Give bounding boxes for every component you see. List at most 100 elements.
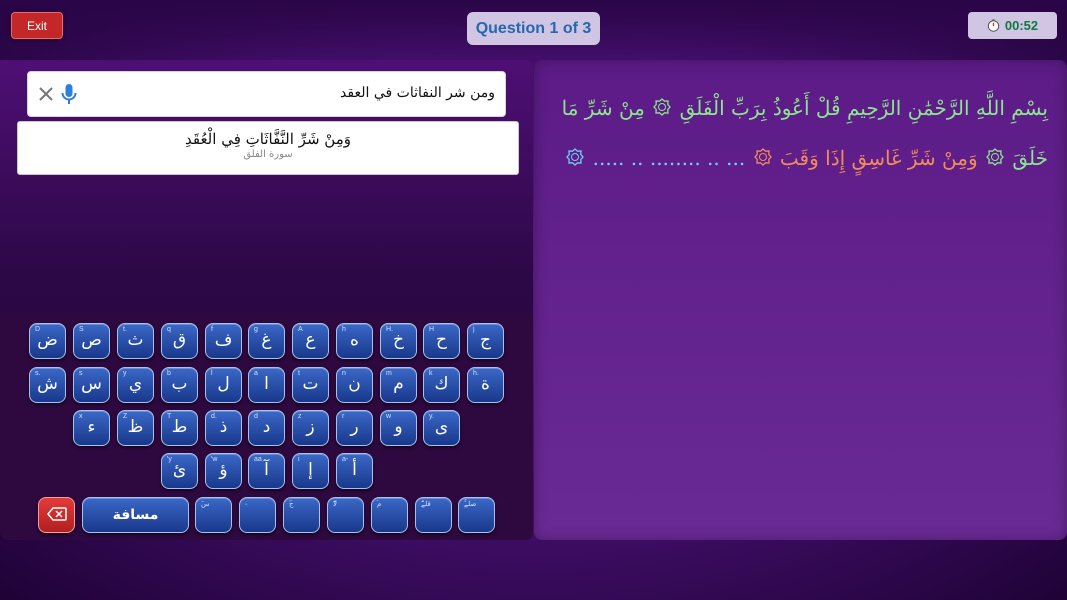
- keyboard-key[interactable]: h. ة: [467, 367, 504, 403]
- keyboard-key[interactable]: nن: [336, 367, 373, 403]
- space-key[interactable]: مسافة: [82, 497, 189, 533]
- key-hint: ۜج: [289, 501, 294, 508]
- keyboard-key[interactable]: sس: [73, 367, 110, 403]
- ayah-end-icon: [753, 135, 772, 184]
- backspace-key[interactable]: [38, 497, 75, 533]
- key-label: م: [393, 374, 404, 394]
- key-label: د: [262, 417, 271, 437]
- exit-button[interactable]: Exit: [11, 12, 63, 39]
- question-counter: Question 1 of 3: [467, 12, 600, 45]
- keyboard-key[interactable]: mم: [380, 367, 417, 403]
- keyboard-key[interactable]: iإ: [292, 453, 329, 489]
- keyboard-key[interactable]: dد: [248, 410, 285, 446]
- keyboard-key[interactable]: zز: [292, 410, 329, 446]
- key-label: ظ: [127, 417, 144, 437]
- key-label: ب: [171, 374, 188, 394]
- key-label: ئ: [172, 460, 187, 480]
- keyboard-key[interactable]: ٓس: [195, 497, 232, 533]
- key-label: ل: [217, 374, 230, 394]
- key-label: و: [394, 417, 403, 437]
- keyboard-key[interactable]: ۖلا: [327, 497, 364, 533]
- key-label: ه: [350, 330, 359, 350]
- key-label: ث: [127, 330, 144, 350]
- keyboard-key[interactable]: xء: [73, 410, 110, 446]
- suggestion-verse: وَمِنْ شَرِّ النَّفَّاثَاتِ فِي الْعُقَد…: [184, 130, 351, 148]
- key-label: ق: [172, 330, 187, 350]
- key-label: ص: [81, 330, 102, 350]
- keyboard-key[interactable]: ۘم: [371, 497, 408, 533]
- keyboard-key[interactable]: y. ى: [423, 410, 460, 446]
- keyboard-key[interactable]: 'w ؤ: [205, 453, 242, 489]
- key-hint: ۘم: [377, 501, 382, 508]
- keyboard-key[interactable]: H. خ: [380, 323, 417, 359]
- keyboard-key[interactable]: d. ذ: [205, 410, 242, 446]
- key-label: غ: [261, 330, 272, 350]
- keyboard-key[interactable]: gغ: [248, 323, 285, 359]
- suggestion-item[interactable]: وَمِنْ شَرِّ النَّفَّاثَاتِ فِي الْعُقَد…: [17, 121, 519, 175]
- key-label: ؤ: [219, 460, 228, 480]
- key-label: ف: [214, 330, 233, 350]
- keyboard-key[interactable]: qق: [161, 323, 198, 359]
- keyboard-key[interactable]: Dض: [29, 323, 66, 359]
- key-label: أ: [352, 460, 357, 480]
- key-hint: ۖلا: [333, 501, 337, 508]
- stopwatch-icon: [987, 19, 1000, 32]
- keyboard-key[interactable]: wو: [380, 410, 417, 446]
- verse-segment-blank: ... .. ........ .. .....: [592, 146, 746, 170]
- keyboard-key[interactable]: fف: [205, 323, 242, 359]
- key-hint: ۗقلے: [421, 501, 431, 508]
- key-label: ح: [436, 330, 447, 350]
- ayah-end-icon: [653, 85, 672, 134]
- keyboard-key[interactable]: ۜج: [283, 497, 320, 533]
- key-label: ك: [434, 374, 449, 394]
- keyboard-key[interactable]: Tط: [161, 410, 198, 446]
- key-label: ة: [481, 374, 490, 394]
- keyboard-key[interactable]: yي: [117, 367, 154, 403]
- backspace-icon: [46, 506, 67, 525]
- key-label: ن: [348, 374, 361, 394]
- keyboard-key[interactable]: aا: [248, 367, 285, 403]
- key-hint: ٓس: [201, 501, 210, 508]
- key-label: ش: [37, 374, 58, 394]
- key-label: إ: [308, 460, 313, 480]
- ayah-end-icon: [566, 135, 585, 184]
- keyboard-key[interactable]: aa آ: [248, 453, 285, 489]
- key-label: ا: [264, 374, 269, 394]
- keyboard-key[interactable]: s. ش: [29, 367, 66, 403]
- key-label: ز: [306, 417, 315, 437]
- keyboard-key[interactable]: kك: [423, 367, 460, 403]
- keyboard-key[interactable]: ۗقلے: [415, 497, 452, 533]
- keyboard-key[interactable]: lل: [205, 367, 242, 403]
- verse-segment: وَمِنْ شَرِّ غَاسِقٍ إِذَا وَقَبَ: [779, 146, 978, 170]
- keyboard-key[interactable]: t. ث: [117, 323, 154, 359]
- key-label: ط: [171, 417, 188, 437]
- search-bar[interactable]: ومن شر النفاثات في العقد: [27, 71, 506, 117]
- key-label: ي: [128, 374, 143, 394]
- keyboard-key[interactable]: ۦ: [239, 497, 276, 533]
- timer-value: 00:52: [1004, 18, 1039, 33]
- search-input[interactable]: ومن شر النفاثات في العقد: [340, 85, 495, 101]
- quran-verse: بِسْمِ اللَّهِ الرَّحْمَٰنِ الرَّحِيمِ ق…: [551, 84, 1048, 184]
- microphone-icon[interactable]: [60, 83, 78, 107]
- keyboard-key[interactable]: Sص: [73, 323, 110, 359]
- key-label: ء: [87, 417, 96, 437]
- keyboard-key[interactable]: tت: [292, 367, 329, 403]
- key-label: ج: [480, 330, 491, 350]
- timer: 00:52: [968, 12, 1057, 39]
- verse-segment: بِسْمِ اللَّهِ الرَّحْمَٰنِ الرَّحِيمِ ق…: [679, 96, 1048, 120]
- keyboard-key[interactable]: Zظ: [117, 410, 154, 446]
- close-icon[interactable]: [37, 85, 55, 103]
- keyboard-key[interactable]: a- أ: [336, 453, 373, 489]
- keyboard-key[interactable]: Aع: [292, 323, 329, 359]
- keyboard-key[interactable]: Hح: [423, 323, 460, 359]
- keyboard-key[interactable]: rر: [336, 410, 373, 446]
- key-hint: ۚصلے: [464, 501, 477, 508]
- key-label: س: [81, 374, 102, 394]
- key-label: ض: [37, 330, 58, 350]
- keyboard-key[interactable]: jج: [467, 323, 504, 359]
- keyboard-key[interactable]: 'y ئ: [161, 453, 198, 489]
- keyboard-key[interactable]: bب: [161, 367, 198, 403]
- keyboard-key[interactable]: ۚصلے: [458, 497, 495, 533]
- key-label: آ: [264, 460, 269, 480]
- keyboard-key[interactable]: hه: [336, 323, 373, 359]
